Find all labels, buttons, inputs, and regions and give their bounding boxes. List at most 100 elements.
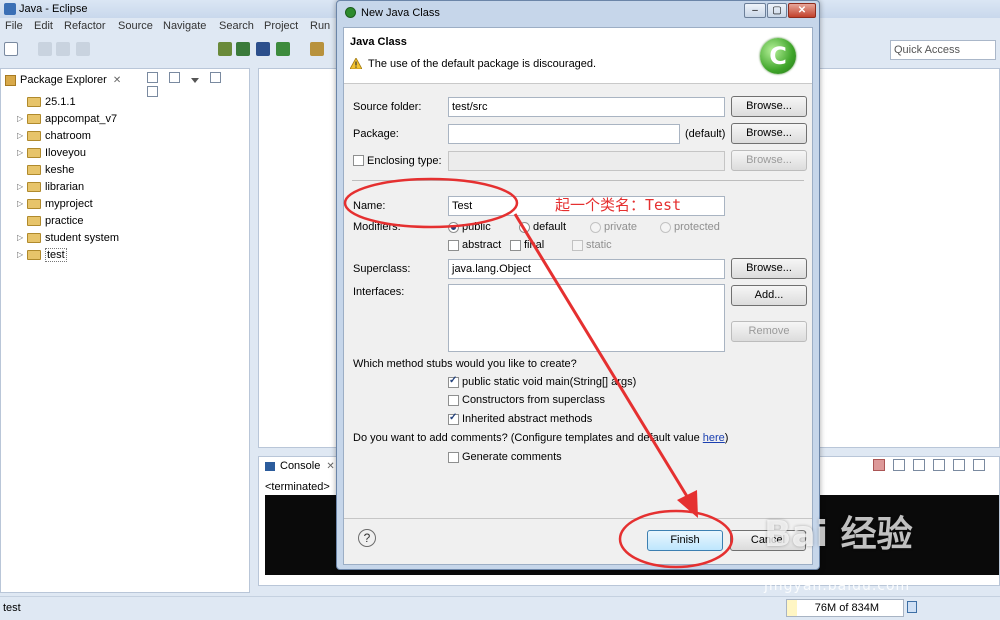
main-method-checkbox[interactable] <box>448 375 459 388</box>
print-icon[interactable] <box>76 42 90 56</box>
interfaces-remove-button[interactable]: Remove <box>731 321 807 342</box>
eclipse-icon <box>4 3 16 15</box>
separator <box>352 180 804 181</box>
abstract-checkbox[interactable] <box>448 240 459 251</box>
warning-message: The use of the default package is discou… <box>368 58 597 70</box>
heap-fill <box>787 600 798 616</box>
project-icon <box>27 147 41 158</box>
tree-item-selected[interactable]: ▷ test <box>17 246 119 263</box>
superclass-label: Superclass: <box>353 263 411 275</box>
close-icon[interactable]: ✕ <box>113 75 121 86</box>
tree-item[interactable]: ▷ appcompat_v7 <box>17 110 119 127</box>
new-java-class-dialog: New Java Class – ▢ ✕ Java Class The use … <box>336 0 820 570</box>
source-folder-browse-button[interactable]: Browse... <box>731 96 807 117</box>
superclass-browse-button[interactable]: Browse... <box>731 258 807 279</box>
expand-icon[interactable]: ▷ <box>17 182 27 191</box>
tree-item[interactable]: ▷ student system <box>17 229 119 246</box>
tree-item[interactable]: ▷ myproject <box>17 195 119 212</box>
help-icon[interactable]: ? <box>358 529 376 547</box>
package-input[interactable] <box>448 124 680 144</box>
default-label: default <box>533 221 567 233</box>
static-checkbox[interactable] <box>572 240 583 251</box>
expand-icon[interactable]: ▷ <box>17 250 27 259</box>
close-button[interactable]: ✕ <box>788 3 816 18</box>
expand-icon[interactable]: ▷ <box>17 131 27 140</box>
source-folder-input[interactable]: test/src <box>448 97 725 117</box>
package-explorer-icon <box>5 74 16 86</box>
package-explorer-tab[interactable]: Package Explorer ✕ <box>5 71 121 89</box>
interfaces-add-button[interactable]: Add... <box>731 285 807 306</box>
final-label: final <box>524 239 545 251</box>
package-browse-button[interactable]: Browse... <box>731 123 807 144</box>
folder-icon <box>27 215 41 226</box>
collapse-all-icon[interactable] <box>147 72 158 83</box>
garbage-collect-icon[interactable] <box>907 601 917 613</box>
status-bar: test 76M of 834M <box>0 596 1000 620</box>
avd-manager-icon[interactable] <box>236 42 250 56</box>
minimize-icon[interactable] <box>210 72 222 83</box>
enclosing-type-browse-button[interactable]: Browse... <box>731 150 807 171</box>
inherited-methods-checkbox[interactable] <box>448 412 459 425</box>
package-explorer: Package Explorer ✕ 25.1.1 ▷ appcompat_v7 … <box>0 68 250 593</box>
link-editor-icon[interactable] <box>169 72 181 83</box>
quick-access-input[interactable]: Quick Access <box>890 40 996 60</box>
generate-comments-checkbox[interactable] <box>448 452 459 463</box>
menu-refactor[interactable]: Refactor <box>64 20 106 32</box>
minimize-button[interactable]: – <box>744 3 766 18</box>
tree-item[interactable]: ▷ chatroom <box>17 127 119 144</box>
public-radio[interactable] <box>448 222 459 233</box>
scroll-lock-icon[interactable] <box>953 459 966 471</box>
tree-item[interactable]: keshe <box>17 161 119 178</box>
expand-icon[interactable]: ▷ <box>17 114 27 123</box>
debug-icon[interactable] <box>256 42 270 56</box>
new-package-icon[interactable] <box>310 42 324 56</box>
expand-icon[interactable]: ▷ <box>17 233 27 242</box>
enclosing-type-input[interactable] <box>448 151 725 171</box>
terminate-icon[interactable] <box>873 459 885 471</box>
tree-item[interactable]: 25.1.1 <box>17 93 119 110</box>
window-title: Java - Eclipse <box>19 3 88 15</box>
console-tab[interactable]: Console ✕ <box>265 460 335 472</box>
remove-launch-icon[interactable] <box>893 459 906 471</box>
default-radio[interactable] <box>519 222 530 233</box>
clear-console-icon[interactable] <box>933 459 946 471</box>
menu-search[interactable]: Search <box>219 20 254 32</box>
project-icon <box>27 130 41 141</box>
view-menu-icon[interactable] <box>191 78 200 83</box>
maximize-button[interactable]: ▢ <box>767 3 787 18</box>
configure-templates-link[interactable]: here <box>703 432 725 444</box>
constructors-checkbox[interactable] <box>448 395 459 406</box>
expand-icon[interactable]: ▷ <box>17 148 27 157</box>
menu-project[interactable]: Project <box>264 20 298 32</box>
close-icon[interactable]: ✕ <box>326 461 334 472</box>
protected-radio[interactable] <box>660 222 671 233</box>
save-icon[interactable] <box>38 42 52 56</box>
package-label: Package: <box>353 128 399 140</box>
final-checkbox[interactable] <box>510 240 521 251</box>
private-radio[interactable] <box>590 222 601 233</box>
menu-edit[interactable]: Edit <box>34 20 53 32</box>
project-icon <box>27 198 41 209</box>
superclass-input[interactable]: java.lang.Object <box>448 259 725 279</box>
console-status: <terminated> <box>265 481 330 493</box>
run-icon[interactable] <box>276 42 290 56</box>
heap-status[interactable]: 76M of 834M <box>786 599 904 617</box>
pin-console-icon[interactable] <box>973 459 986 471</box>
new-icon[interactable] <box>4 42 18 56</box>
expand-icon[interactable]: ▷ <box>17 199 27 208</box>
menu-navigate[interactable]: Navigate <box>163 20 206 32</box>
interfaces-list[interactable] <box>448 284 725 352</box>
maximize-icon[interactable] <box>147 86 158 97</box>
baidu-watermark-url: jingyan.baidu.com <box>764 578 911 594</box>
menu-run[interactable]: Run <box>310 20 330 32</box>
enclosing-type-checkbox[interactable] <box>353 155 364 166</box>
android-sdk-icon[interactable] <box>218 42 232 56</box>
tree-item[interactable]: practice <box>17 212 119 229</box>
tree-item[interactable]: ▷ Iloveyou <box>17 144 119 161</box>
finish-button[interactable]: Finish <box>647 530 723 551</box>
remove-all-icon[interactable] <box>913 459 926 471</box>
menu-file[interactable]: File <box>5 20 23 32</box>
save-all-icon[interactable] <box>56 42 70 56</box>
menu-source[interactable]: Source <box>118 20 153 32</box>
tree-item[interactable]: ▷ librarian <box>17 178 119 195</box>
